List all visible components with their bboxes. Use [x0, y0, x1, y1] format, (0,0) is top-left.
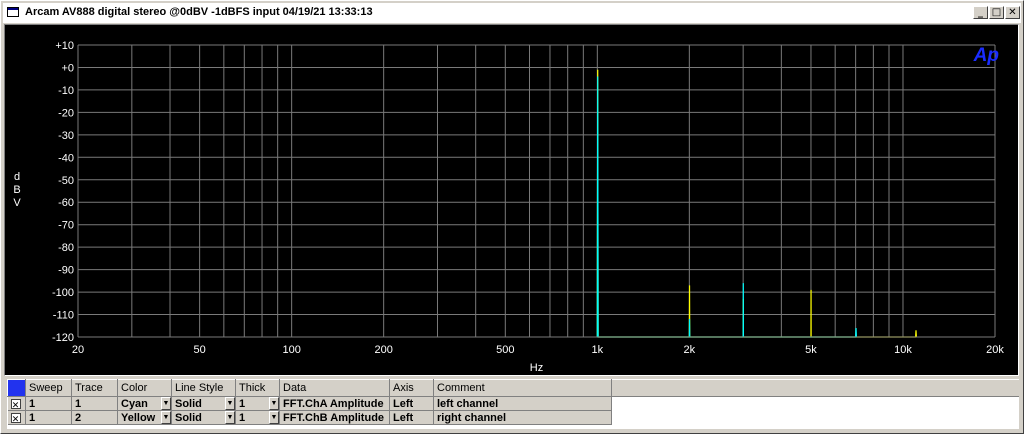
column-header-thick[interactable]: Thick: [235, 379, 280, 397]
cell-color[interactable]: Yellow ▼: [117, 410, 172, 425]
legend-row-2: ✕ 1 2 Yellow ▼ Solid ▼ 1 ▼ FFT.ChB Amplitud…: [7, 410, 612, 425]
chevron-down-icon[interactable]: ▼: [161, 411, 171, 424]
x-tick-label: 500: [496, 344, 514, 356]
column-header-trace[interactable]: Trace: [71, 379, 118, 397]
y-tick-label: +0: [61, 62, 74, 74]
cell-data[interactable]: FFT.ChB Amplitude: [279, 410, 390, 425]
cell-trace[interactable]: 2: [71, 410, 118, 425]
series-line: [596, 69, 917, 338]
checkbox-check-icon[interactable]: ✕: [10, 412, 21, 424]
y-axis-label-char: V: [13, 197, 21, 209]
y-tick-label: -110: [53, 310, 74, 322]
x-tick-label: 20: [72, 344, 84, 356]
cell-sweep[interactable]: 1: [25, 396, 72, 411]
line-style-value: Solid: [175, 411, 202, 424]
y-axis-label-char: B: [13, 184, 20, 196]
y-tick-label: -30: [58, 130, 74, 142]
y-tick-label: -40: [58, 152, 74, 164]
x-tick-label: 100: [282, 344, 300, 356]
x-tick-label: 200: [374, 344, 392, 356]
cell-thick[interactable]: 1 ▼: [235, 410, 280, 425]
x-tick-label: 1k: [592, 344, 604, 356]
y-tick-label: -10: [58, 85, 74, 97]
cell-data[interactable]: FFT.ChA Amplitude: [279, 396, 390, 411]
y-tick-label: -20: [58, 107, 74, 119]
ap-logo: Ap: [973, 45, 999, 66]
line-style-value: Solid: [175, 397, 202, 410]
column-header-color[interactable]: Color: [117, 379, 172, 397]
cell-thick[interactable]: 1 ▼: [235, 396, 280, 411]
cell-trace[interactable]: 1: [71, 396, 118, 411]
y-tick-label: -50: [58, 175, 74, 187]
checkbox-check-icon[interactable]: ✕: [10, 398, 21, 410]
cell-axis[interactable]: Left: [389, 410, 434, 425]
trace-enable-checkbox[interactable]: ✕: [7, 396, 26, 411]
analyzer-window: Arcam AV888 digital stereo @0dBV -1dBFS …: [0, 0, 1024, 434]
title-bar[interactable]: Arcam AV888 digital stereo @0dBV -1dBFS …: [3, 3, 1021, 23]
color-value: Cyan: [121, 397, 148, 410]
cell-comment[interactable]: left channel: [433, 396, 612, 411]
y-tick-label: -100: [52, 287, 74, 299]
x-tick-label: 20k: [986, 344, 1004, 356]
y-tick-label: -90: [58, 265, 74, 277]
graph-panel[interactable]: +10 +0 -10 -20 -30 -40 -50 -60 -70 -80 -90 -100 -110…: [4, 24, 1019, 376]
legend-header-filler: [611, 379, 1019, 397]
minimize-button[interactable]: _: [973, 6, 988, 19]
thick-value: 1: [239, 397, 246, 410]
x-tick-label: 10k: [894, 344, 912, 356]
x-axis-label: Hz: [530, 362, 543, 374]
y-tick-label: -80: [58, 242, 74, 254]
y-tick-label: -60: [58, 197, 74, 209]
cell-sweep[interactable]: 1: [25, 410, 72, 425]
legend-row-1: ✕ 1 1 Cyan ▼ Solid ▼ 1 ▼ FFT.ChA Amplitude …: [7, 396, 612, 411]
cell-color[interactable]: Cyan ▼: [117, 396, 172, 411]
close-button[interactable]: ✕: [1005, 6, 1020, 19]
chevron-down-icon[interactable]: ▼: [269, 397, 279, 410]
cell-line-style[interactable]: Solid ▼: [171, 396, 236, 411]
chevron-down-icon[interactable]: ▼: [269, 411, 279, 424]
column-header-axis[interactable]: Axis: [389, 379, 434, 397]
select-all-corner[interactable]: [7, 379, 26, 397]
cell-comment[interactable]: right channel: [433, 410, 612, 425]
window-app-icon[interactable]: [7, 7, 19, 17]
trace-enable-checkbox[interactable]: ✕: [7, 410, 26, 425]
y-tick-label: -70: [58, 220, 74, 232]
trace-legend: Sweep Trace Color Line Style Thick Data …: [7, 379, 1019, 429]
color-value: Yellow: [121, 411, 156, 424]
column-header-comment[interactable]: Comment: [433, 379, 612, 397]
cell-line-style[interactable]: Solid ▼: [171, 410, 236, 425]
fft-chart: +10 +0 -10 -20 -30 -40 -50 -60 -70 -80 -90 -100 -110…: [13, 40, 1004, 374]
chevron-down-icon[interactable]: ▼: [161, 397, 171, 410]
thick-value: 1: [239, 411, 246, 424]
column-header-sweep[interactable]: Sweep: [25, 379, 72, 397]
maximize-button[interactable]: □: [989, 6, 1004, 19]
cell-axis[interactable]: Left: [389, 396, 434, 411]
chevron-down-icon[interactable]: ▼: [225, 411, 235, 424]
y-axis-label-char: d: [14, 171, 20, 183]
series-line: [596, 76, 857, 338]
x-tick-label: 2k: [684, 344, 696, 356]
y-tick-label: +10: [55, 40, 74, 52]
legend-header-row: Sweep Trace Color Line Style Thick Data …: [7, 379, 612, 397]
y-axis-label: dBV: [13, 171, 21, 209]
legend-table: Sweep Trace Color Line Style Thick Data …: [7, 379, 612, 425]
window-title: Arcam AV888 digital stereo @0dBV -1dBFS …: [25, 6, 373, 18]
x-tick-label: 5k: [805, 344, 817, 356]
y-tick-label: -120: [52, 332, 74, 344]
chevron-down-icon[interactable]: ▼: [225, 397, 235, 410]
column-header-line-style[interactable]: Line Style: [171, 379, 236, 397]
x-tick-label: 50: [194, 344, 206, 356]
column-header-data[interactable]: Data: [279, 379, 390, 397]
